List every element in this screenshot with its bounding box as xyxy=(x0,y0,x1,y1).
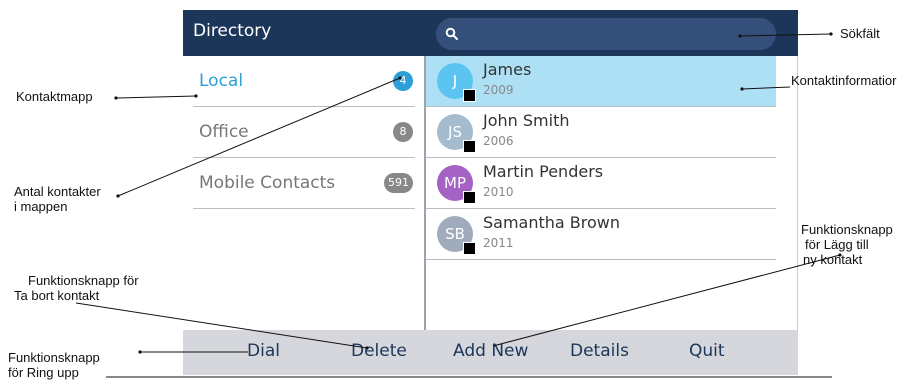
avatar: MP xyxy=(437,165,476,204)
callout-kontaktmapp: Kontaktmapp xyxy=(16,89,93,104)
avatar-initials: MP xyxy=(444,174,466,192)
avatar-initials: JS xyxy=(448,123,462,141)
avatar-initials: SB xyxy=(445,225,465,243)
page-title: Directory xyxy=(193,21,272,41)
avatar: JS xyxy=(437,114,476,153)
contact-detail: 2010 xyxy=(483,185,514,199)
callout-sokfalt: Sökfält xyxy=(840,26,880,41)
callout-lagg-line3: ny kontakt xyxy=(803,252,863,267)
presence-icon xyxy=(463,89,476,102)
callout-antal-line2: i mappen xyxy=(14,199,68,214)
header-bar: Directory xyxy=(183,10,798,56)
phone-screen: Directory Local 4 Office 8 Mobile Contac… xyxy=(183,10,798,375)
contact-detail: 2011 xyxy=(483,236,514,250)
contact-name: Martin Penders xyxy=(483,162,604,181)
callout-ring-line1: Funktionsknapp xyxy=(8,350,100,365)
callout-ta-bort-line2: Ta bort kontakt xyxy=(14,288,100,303)
details-softkey[interactable]: Details xyxy=(570,341,629,361)
contact-row-martin-penders[interactable]: MP Martin Penders 2010 xyxy=(426,158,776,209)
count-badge: 591 xyxy=(384,173,413,193)
count-badge: 8 xyxy=(393,122,413,142)
callout-ring-line2: för Ring upp xyxy=(8,365,79,380)
contact-row-james[interactable]: J James 2009 xyxy=(426,56,776,107)
avatar-initials: J xyxy=(452,72,458,90)
contact-detail: 2009 xyxy=(483,83,514,97)
presence-icon xyxy=(463,140,476,153)
search-input[interactable] xyxy=(436,18,776,50)
folder-label: Local xyxy=(199,71,244,91)
contact-name: Samantha Brown xyxy=(483,213,621,232)
callout-antal-line1: Antal kontakter xyxy=(14,184,101,199)
folder-label: Office xyxy=(199,122,249,142)
callout-ta-bort-line1: Funktionsknapp för xyxy=(28,273,139,288)
folder-label: Mobile Contacts xyxy=(199,173,336,193)
folder-item-local[interactable]: Local 4 xyxy=(193,56,415,107)
folder-item-office[interactable]: Office 8 xyxy=(193,107,415,158)
presence-icon xyxy=(463,242,476,255)
contact-name: John Smith xyxy=(483,111,570,130)
callout-lagg-line1: Funktionsknapp xyxy=(801,222,893,237)
avatar: SB xyxy=(437,216,476,255)
contact-detail: 2006 xyxy=(483,134,514,148)
avatar: J xyxy=(437,63,476,102)
contact-row-samantha-brown[interactable]: SB Samantha Brown 2011 xyxy=(426,209,776,260)
add-new-softkey[interactable]: Add New xyxy=(453,341,528,361)
softkey-bar: Dial Delete Add New Details Quit xyxy=(183,330,798,375)
contact-name: James xyxy=(483,60,532,79)
presence-icon xyxy=(463,191,476,204)
folder-item-mobile-contacts[interactable]: Mobile Contacts 591 xyxy=(193,158,415,209)
search-icon xyxy=(445,27,458,40)
dial-softkey[interactable]: Dial xyxy=(247,341,280,361)
callout-lagg-line2: för Lägg till xyxy=(805,237,869,252)
quit-softkey[interactable]: Quit xyxy=(689,341,725,361)
delete-softkey[interactable]: Delete xyxy=(351,341,407,361)
contact-row-john-smith[interactable]: JS John Smith 2006 xyxy=(426,107,776,158)
count-badge: 4 xyxy=(393,71,413,91)
callout-kontaktinfo: Kontaktinformatior xyxy=(791,73,897,88)
folder-list: Local 4 Office 8 Mobile Contacts 591 xyxy=(183,56,424,330)
